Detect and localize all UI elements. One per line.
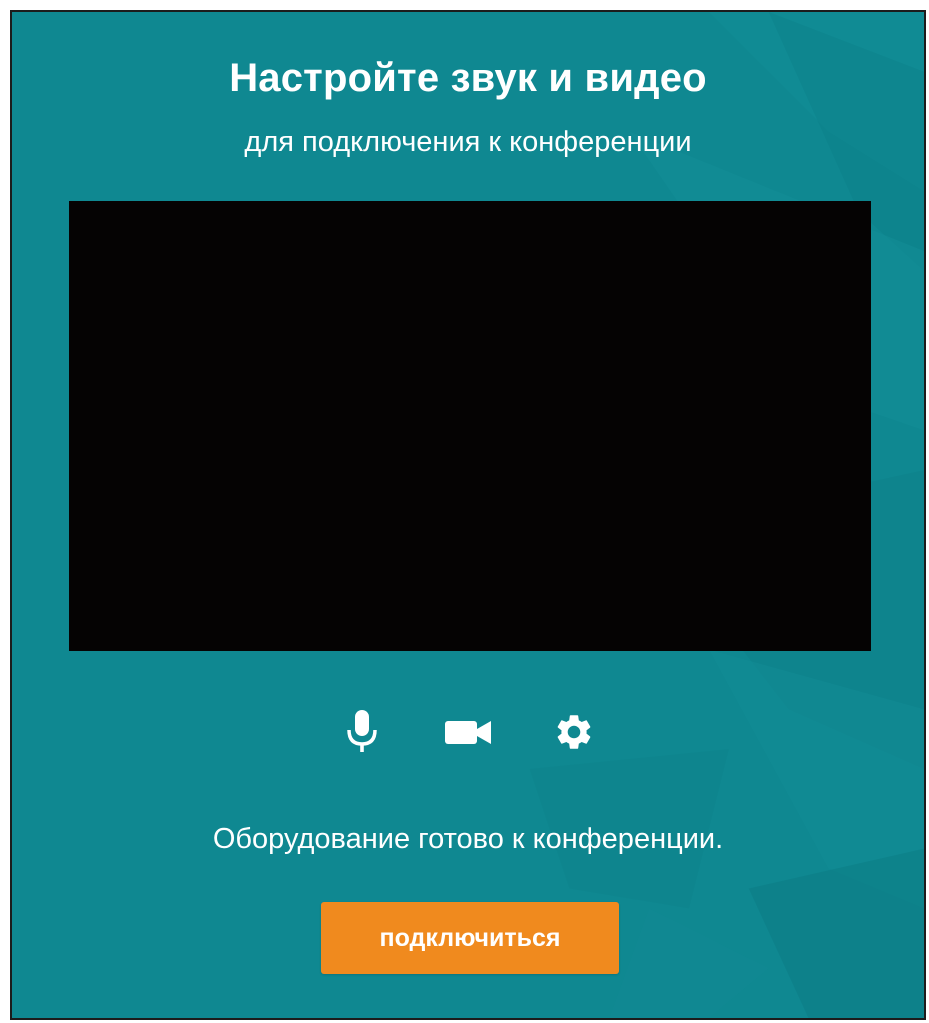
status-message: Оборудование готово к конференции. — [212, 823, 724, 855]
media-controls — [12, 706, 924, 758]
video-preview — [69, 201, 871, 651]
camera-button[interactable] — [440, 706, 496, 758]
settings-button[interactable] — [546, 706, 602, 758]
gear-icon — [557, 715, 591, 749]
microphone-icon — [347, 710, 377, 752]
page-title: Настройте звук и видео — [229, 56, 707, 100]
page-subtitle: для подключения к конференции — [244, 126, 692, 158]
join-button[interactable]: подключиться — [321, 902, 619, 974]
microphone-button[interactable] — [334, 706, 390, 758]
device-setup-panel: Настройте звук и видео для подключения к… — [10, 10, 926, 1020]
video-camera-icon — [445, 721, 491, 744]
